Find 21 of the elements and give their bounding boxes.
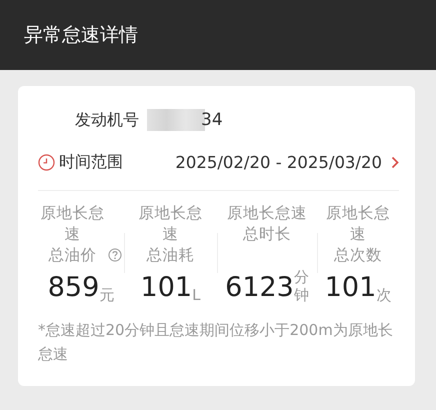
stat-unit: 分钟 xyxy=(294,268,309,306)
page-title: 异常怠速详情 xyxy=(24,23,138,48)
stat-unit: 次 xyxy=(376,286,392,306)
stat-value: 859 xyxy=(48,271,100,305)
stat-value: 101 xyxy=(324,271,376,305)
stat-unit: 元 xyxy=(99,286,114,306)
footnote: *怠速超过20分钟且怠速期间位移小于200m为原地长怠速 xyxy=(38,320,394,365)
clock-icon xyxy=(38,154,55,170)
help-icon[interactable] xyxy=(108,248,122,262)
time-range-label: 时间范围 xyxy=(59,152,123,172)
chevron-right-icon[interactable] xyxy=(391,156,399,168)
stat-label: 原地长怠速 总次数 xyxy=(325,203,391,266)
stat-value: 6123 xyxy=(225,271,294,305)
stat-label: 原地长怠速 总油价 xyxy=(40,203,105,266)
stat-label: 原地长怠速 总油耗 xyxy=(138,203,204,266)
engine-label: 发动机号 xyxy=(75,110,139,130)
stat-label: 原地长怠速 总时长 xyxy=(227,203,307,245)
date-range[interactable]: 2025/02/20 - 2025/03/20 xyxy=(175,152,382,172)
engine-number: 34 xyxy=(201,110,223,130)
stat-value: 101 xyxy=(140,271,192,305)
stat-unit: L xyxy=(192,286,200,306)
